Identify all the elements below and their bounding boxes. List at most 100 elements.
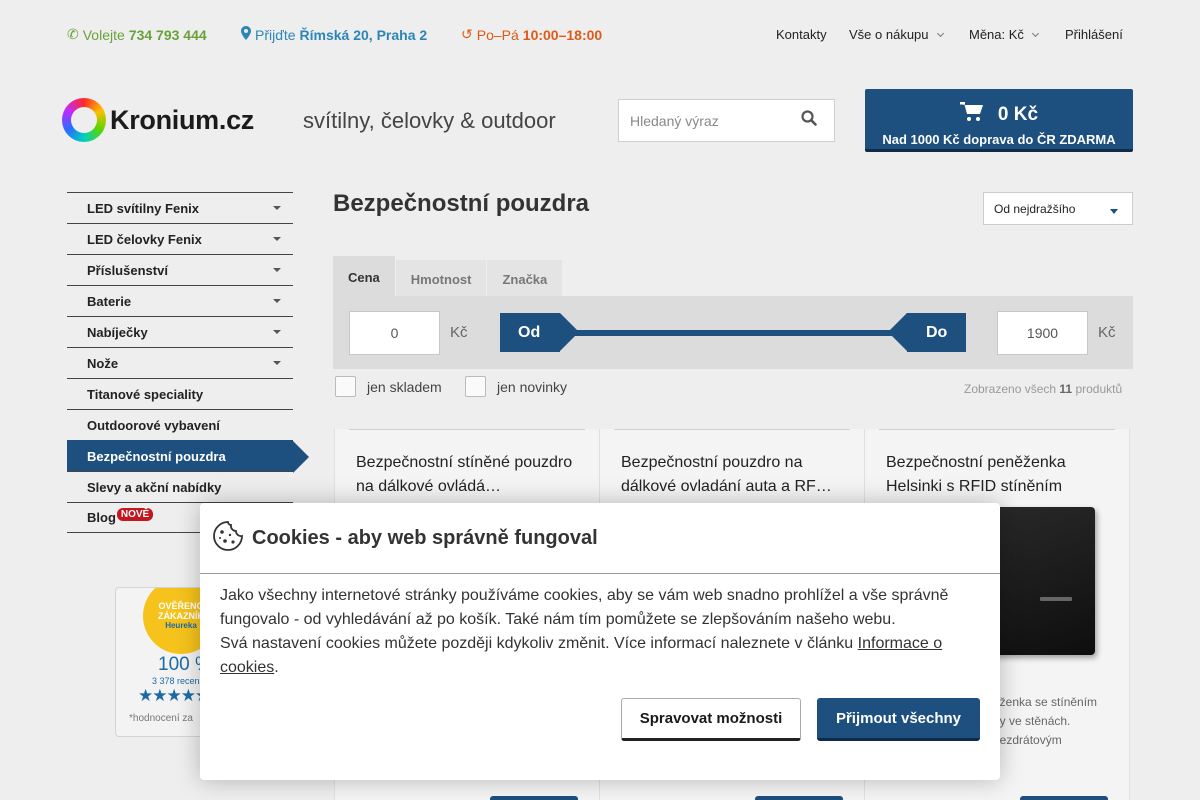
sidebar-item-label: Blog	[87, 510, 116, 525]
manage-cookies-button[interactable]: Spravovat možnosti	[621, 698, 801, 741]
sidebar-item-titanove[interactable]: Titanové speciality	[67, 378, 293, 409]
price-min-input[interactable]: 0	[349, 311, 440, 355]
search-input[interactable]	[619, 112, 789, 129]
card-divider	[614, 429, 850, 430]
sidebar-item-label: LED čelovky Fenix	[87, 231, 202, 247]
category-sidebar: LED svítilny Fenix LED čelovky Fenix Pří…	[67, 192, 309, 533]
phone-info[interactable]: ✆ Volejte 734 793 444	[67, 26, 207, 43]
product-buy-button[interactable]	[1020, 796, 1108, 800]
product-desc-line: ěženka se stíněním	[993, 695, 1098, 709]
address-prefix: Přijďte	[255, 26, 296, 43]
card-divider	[349, 429, 585, 430]
checkbox-box[interactable]	[335, 376, 356, 397]
phone-number[interactable]: 734 793 444	[129, 27, 207, 43]
cart-shipping-note: Nad 1000 Kč doprava do ČR ZDARMA	[882, 132, 1116, 147]
card-divider	[879, 429, 1115, 430]
search-box	[618, 99, 835, 142]
product-buy-button[interactable]	[490, 796, 578, 800]
product-desc-line: bezdrátovým	[993, 733, 1062, 747]
tab-cena[interactable]: Cena	[333, 256, 395, 299]
site-logo[interactable]: Kronium.cz	[62, 98, 254, 142]
new-only-checkbox[interactable]: jen novinky	[465, 376, 567, 397]
price-range-track[interactable]	[573, 330, 893, 336]
address-text[interactable]: Římská 20, Praha 2	[300, 27, 428, 43]
nav-contacts[interactable]: Kontakty	[776, 27, 827, 42]
sidebar-item-led-svitilny[interactable]: LED svítilny Fenix	[67, 192, 293, 223]
sidebar-item-led-celovky[interactable]: LED čelovky Fenix	[67, 223, 293, 254]
cookie-text-1: Jako všechny internetové stránky používá…	[220, 587, 949, 628]
sidebar-item-prislusenstvi[interactable]: Příslušenství	[67, 254, 293, 285]
in-stock-checkbox[interactable]: jen skladem	[335, 376, 442, 397]
sidebar-item-label: Slevy a akční nabídky	[87, 479, 222, 495]
heureka-stars: ★★★★★	[138, 686, 210, 705]
sidebar-item-label: LED svítilny Fenix	[87, 200, 199, 216]
caret-down-icon[interactable]	[273, 268, 281, 272]
caret-down-icon[interactable]	[273, 330, 281, 334]
checkbox-box[interactable]	[465, 376, 486, 397]
sidebar-item-label: Příslušenství	[87, 262, 168, 278]
sidebar-item-label: Nože	[87, 355, 119, 371]
cart-button[interactable]: 0 Kč Nad 1000 Kč doprava do ČR ZDARMA	[865, 89, 1133, 152]
hours-text: 10:00–18:00	[522, 26, 603, 43]
price-to-handle[interactable]: Do	[888, 313, 966, 352]
caret-down-icon[interactable]	[273, 237, 281, 241]
history-icon: ↺	[461, 26, 473, 42]
sort-select[interactable]: Od nejdražšího	[983, 192, 1133, 225]
in-stock-label: jen skladem	[367, 378, 442, 395]
address-info[interactable]: Přijďte Římská 20, Praha 2	[241, 26, 427, 43]
sidebar-item-noze[interactable]: Nože	[67, 347, 293, 378]
phone-icon: ✆	[67, 26, 79, 42]
nav-shopping-label: Vše o nákupu	[849, 27, 929, 42]
sidebar-item-baterie[interactable]: Baterie	[67, 285, 293, 316]
cookie-dialog-title: Cookies - aby web správně fungoval	[252, 526, 598, 549]
caret-down-icon	[1110, 209, 1118, 214]
chevron-down-icon	[1031, 29, 1039, 38]
accept-all-cookies-button[interactable]: Přijmout všechny	[817, 698, 980, 741]
tab-znacka[interactable]: Značka	[487, 260, 563, 299]
sidebar-item-bezpecnostni-pouzdra[interactable]: Bezpečnostní pouzdra	[67, 440, 309, 473]
cart-icon	[959, 102, 984, 128]
filter-tabs: Cena Hmotnost Značka	[333, 256, 563, 299]
sidebar-item-nabijecky[interactable]: Nabíječky	[67, 316, 293, 347]
price-max-input[interactable]: 1900	[997, 311, 1088, 355]
sidebar-item-label: Bezpečnostní pouzdra	[87, 448, 226, 464]
sidebar-item-label: Outdoorové vybavení	[87, 417, 220, 433]
product-title[interactable]: Bezpečnostní peněženka Helsinki s RFID s…	[886, 451, 1114, 499]
cart-amount: 0 Kč	[997, 104, 1039, 125]
price-filter-panel: 0 Kč Od Do 1900 Kč	[333, 296, 1133, 369]
nav-shopping-info[interactable]: Vše o nákupu	[849, 27, 944, 42]
product-title[interactable]: Bezpečnostní pouzdro na dálkové ovladání…	[621, 451, 849, 499]
hours-info: ↺ Po–Pá 10:00–18:00	[461, 26, 602, 43]
map-pin-icon	[241, 26, 251, 43]
search-icon[interactable]	[801, 110, 817, 131]
sort-selected-value: Od nejdražšího	[994, 202, 1076, 216]
caret-down-icon[interactable]	[273, 299, 281, 303]
product-buy-button[interactable]	[755, 796, 843, 800]
sidebar-item-label: Titanové speciality	[87, 386, 204, 402]
heureka-seal-line2: ZÁKAZNÍK	[158, 611, 204, 621]
heureka-reviews: 3 378 recenzí	[152, 676, 207, 686]
sidebar-item-slevy[interactable]: Slevy a akční nabídky	[67, 471, 293, 502]
nav-login[interactable]: Přihlášení	[1065, 27, 1123, 42]
price-max-currency: Kč	[1098, 324, 1116, 341]
caret-down-icon[interactable]	[273, 206, 281, 210]
cookie-text-2: Svá nastavení cookies můžete později kdy…	[220, 635, 858, 652]
product-title[interactable]: Bezpečnostní stíněné pouzdro na dálkové …	[356, 451, 584, 499]
cookie-consent-dialog: Cookies - aby web správně fungoval Jako …	[200, 503, 1000, 780]
heureka-seal-brand: Heureka	[165, 621, 197, 630]
nav-currency[interactable]: Měna: Kč	[969, 27, 1039, 42]
page-title: Bezpečnostní pouzdra	[333, 190, 590, 217]
phone-prefix: Volejte	[82, 26, 125, 43]
sidebar-item-label: Nabíječky	[87, 324, 148, 340]
sidebar-item-outdoorove[interactable]: Outdoorové vybavení	[67, 409, 293, 440]
site-tagline: svítilny, čelovky & outdoor	[303, 108, 556, 133]
cookie-text-2-wrap: Svá nastavení cookies můžete později kdy…	[220, 632, 980, 680]
results-prefix: Zobrazeno všech	[964, 382, 1057, 396]
results-count: Zobrazeno všech 11 produktů	[964, 382, 1122, 396]
price-from-handle[interactable]: Od	[500, 313, 579, 352]
tab-hmotnost[interactable]: Hmotnost	[395, 260, 487, 299]
cookie-dialog-body: Jako všechny internetové stránky používá…	[200, 574, 1000, 680]
logo-text: Kronium.cz	[110, 104, 255, 135]
results-number: 11	[1059, 382, 1073, 396]
caret-down-icon[interactable]	[273, 361, 281, 365]
